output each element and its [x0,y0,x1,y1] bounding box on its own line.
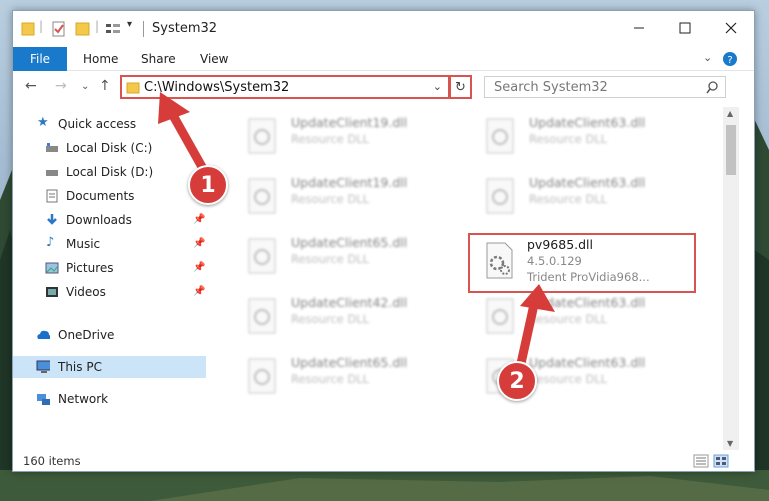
computer-icon [36,360,50,373]
svg-text:?: ? [727,55,732,66]
toolbar-separator: | [39,19,44,33]
item-count: 160 items [23,454,81,468]
file-highlight-box [468,233,696,293]
customize-icon[interactable] [105,20,121,38]
maximize-icon [679,22,691,34]
pictures-icon [45,262,59,274]
sidebar-item-quick-access[interactable]: ★ Quick access [13,113,206,135]
download-icon [47,214,57,225]
annotation-badge-1: 1 [188,165,228,205]
help-icon[interactable]: ? [722,51,738,67]
scroll-up-icon[interactable]: ▲ [727,109,733,118]
dll-file-icon [248,118,276,154]
sidebar-item-downloads[interactable]: Downloads 📌 [13,209,206,231]
tab-share[interactable]: Share [141,52,176,66]
close-icon [725,22,737,34]
list-item[interactable]: UpdateClient63.dll Resource DLL [479,173,699,225]
search-input[interactable]: Search System32 [494,80,608,95]
tab-home[interactable]: Home [83,52,118,66]
sidebar-item-local-disk-c[interactable]: Local Disk (C:) [13,137,206,159]
window-title: System32 [152,21,218,36]
cloud-icon [37,330,50,339]
dll-file-icon [248,238,276,274]
annotation-badge-2: 2 [497,361,537,401]
dll-file-icon [248,358,276,394]
refresh-icon: ↻ [455,79,466,95]
title-separator [143,21,144,37]
dll-file-icon [486,178,514,214]
drive-icon [46,170,58,176]
pin-icon[interactable]: 📌 [193,214,205,225]
pin-icon[interactable]: 📌 [193,238,205,249]
search-icon [706,81,718,94]
sidebar-item-videos[interactable]: Videos 📌 [13,281,206,303]
details-view-icon[interactable] [693,454,709,468]
music-icon: ♪ [46,235,55,250]
network-icon [37,394,50,405]
title-bar: | | ▾ System32 [13,11,754,47]
sidebar-item-network[interactable]: Network [13,388,206,410]
address-dropdown-icon[interactable]: ⌄ [433,80,442,93]
list-item[interactable]: UpdateClient63.dll Resource DLL [479,293,699,345]
star-icon: ★ [37,115,49,130]
address-bar[interactable]: C:\Windows\System32 ⌄ [120,75,450,99]
documents-icon [46,189,58,203]
scroll-down-icon[interactable]: ▼ [727,439,733,448]
file-explorer-window: | | ▾ System32 File Home Share View ⌄ ? … [12,10,755,472]
list-item[interactable]: UpdateClient42.dll Resource DLL [241,293,461,345]
dll-file-icon [248,298,276,334]
tab-view[interactable]: View [200,52,228,66]
navigation-bar: ← → ⌄ ↑ C:\Windows\System32 ⌄ ↻ Search S… [13,71,754,103]
sidebar-item-local-disk-d[interactable]: Local Disk (D:) [13,161,206,183]
search-box[interactable]: Search System32 [484,76,726,98]
sidebar-item-documents[interactable]: Documents 📌 [13,185,206,207]
minimize-button[interactable] [616,11,662,45]
pin-icon[interactable]: 📌 [193,286,205,297]
back-arrow-icon[interactable]: ← [25,78,37,94]
quick-access-dropdown-icon[interactable]: ▾ [127,19,132,37]
dll-file-icon [486,118,514,154]
new-folder-icon[interactable] [75,20,91,38]
sidebar-item-onedrive[interactable]: OneDrive [13,324,206,346]
vertical-scrollbar[interactable]: ▲ ▼ [723,107,739,450]
tab-file[interactable]: File [13,47,67,71]
navigation-pane: ★ Quick access Local Disk (C:) Local Dis… [13,107,206,447]
dll-file-icon [248,178,276,214]
drive-icon [46,143,58,152]
folder-icon [126,82,140,94]
list-item[interactable]: UpdateClient65.dll Resource DLL [241,353,461,405]
pin-icon[interactable]: 📌 [193,262,205,273]
sidebar-item-pictures[interactable]: Pictures 📌 [13,257,206,279]
list-item[interactable]: UpdateClient63.dll Resource DLL [479,113,699,165]
refresh-button[interactable]: ↻ [450,75,472,99]
list-item[interactable]: UpdateClient19.dll Resource DLL [241,113,461,165]
ribbon: File Home Share View ⌄ ? [13,47,754,71]
tiles-view-icon[interactable] [713,454,729,468]
up-arrow-icon[interactable]: ↑ [99,78,111,94]
dll-file-icon [486,298,514,334]
status-bar: 160 items [13,451,754,471]
folder-icon [21,22,35,36]
forward-arrow-icon[interactable]: → [55,78,67,94]
address-path: C:\Windows\System32 [144,80,290,95]
expand-ribbon-icon[interactable]: ⌄ [703,51,712,64]
recent-locations-icon[interactable]: ⌄ [81,81,89,92]
sidebar-item-music[interactable]: ♪ Music 📌 [13,233,206,255]
properties-icon[interactable] [51,20,67,38]
toolbar-separator: | [95,19,100,33]
view-toggle [693,454,729,468]
maximize-button[interactable] [662,11,708,45]
close-button[interactable] [708,11,754,45]
sidebar-item-this-pc[interactable]: This PC [13,356,206,378]
list-item[interactable]: UpdateClient65.dll Resource DLL [241,233,461,285]
minimize-icon [634,27,644,29]
scroll-thumb[interactable] [726,125,736,175]
list-item[interactable]: UpdateClient19.dll Resource DLL [241,173,461,225]
videos-icon [46,287,58,297]
